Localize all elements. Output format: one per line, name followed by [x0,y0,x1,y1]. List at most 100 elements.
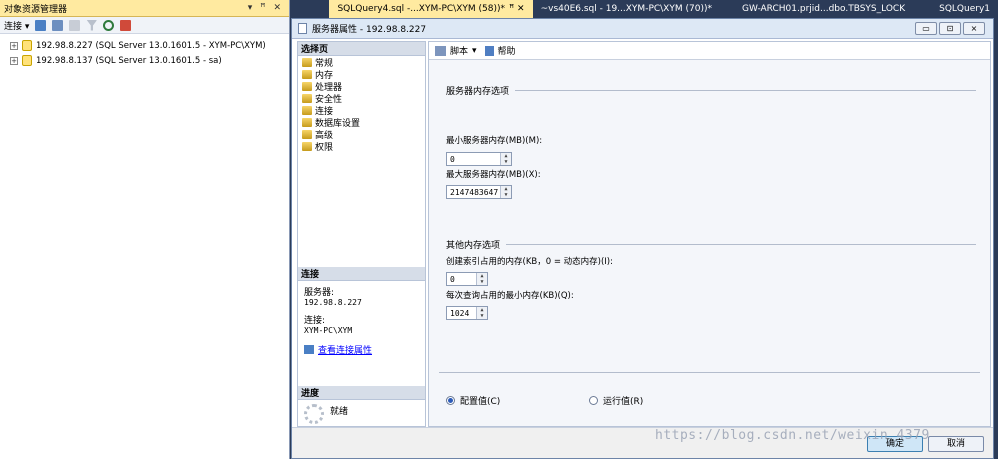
min-memory-label: 最小服务器内存(MB)(M): [446,136,543,146]
memory-page-pane: 脚本 ▾ 帮助 服务器内存选项 最小服务器内存(MB)(M): 0 ▲ ▼ 最大服务… [428,41,991,427]
page-processor[interactable]: 处理器 [298,80,425,93]
query-memory-label: 每次查询占用的最小内存(KB)(Q): [446,291,574,301]
page-general[interactable]: 常规 [298,56,425,69]
page-list: 常规 内存 处理器 安全性 连接 数据库设置 高级 权限 [298,56,425,153]
filter-icon[interactable] [86,19,98,31]
script-button[interactable]: 脚本 [450,44,468,57]
activity-monitor-icon[interactable] [120,19,132,31]
connection-header: 连接 [298,267,425,281]
help-icon [484,45,494,56]
dropdown-icon[interactable]: ▾ [248,3,253,13]
page-icon [302,141,312,151]
min-memory-value: 0 [450,154,455,164]
divider [439,372,980,373]
page-icon [302,69,312,79]
page-advanced[interactable]: 高级 [298,128,425,141]
page-memory[interactable]: 内存 [298,68,425,81]
page-label: 权限 [315,142,334,153]
tab-label: ~vs40E6.sql - 19...XYM-PC\XYM (70))* [540,4,712,14]
tab-label: GW-ARCH01.prjid...dbo.TBSYS_LOCK [741,4,906,14]
query-memory-stepper[interactable]: 1024 ▲ ▼ [446,306,488,320]
index-memory-stepper[interactable]: 0 ▲ ▼ [446,272,488,286]
maximize-button[interactable]: ⊡ [939,22,961,35]
script-dropdown-icon[interactable]: ▾ [472,46,477,56]
tab-label: SQLQuery1 [939,4,990,14]
server-properties-dialog: 服务器属性 - 192.98.8.227 ▭ ⊡ ⨯ 选择页 常规 内存 处理器… [291,18,994,459]
radio-configured-value[interactable]: 配置值(C) [446,394,500,407]
object-explorer-title: 对象资源管理器 [4,4,68,15]
radio-label: 运行值(R) [603,397,644,407]
max-memory-label: 最大服务器内存(MB)(X): [446,170,541,180]
min-memory-stepper[interactable]: 0 ▲ ▼ [446,152,512,166]
connection-label: 连接: [304,316,326,326]
dialog-title: 服务器属性 - 192.98.8.227 [312,25,427,35]
document-tabs: SQLQuery4.sql -...XYM-PC\XYM (58))* ꟸ ✕ … [290,0,998,18]
page-icon [302,93,312,103]
window-buttons: ▭ ⊡ ⨯ [915,22,985,35]
page-database-settings[interactable]: 数据库设置 [298,116,425,129]
help-button[interactable]: 帮助 [498,44,516,57]
progress-header: 进度 [298,386,425,400]
other-memory-group: 其他内存选项 [446,238,976,251]
stop-icon[interactable] [69,19,81,31]
pin-icon[interactable]: ꟸ [260,3,265,13]
tree-item-server[interactable]: + 192.98.8.137 (SQL Server 13.0.1601.5 -… [0,53,289,68]
page-icon [302,105,312,115]
stepper-arrows-icon[interactable]: ▲ ▼ [500,153,511,165]
progress-spinner-icon [304,404,324,424]
page-connections[interactable]: 连接 [298,104,425,117]
tab-close-icon[interactable]: ꟸ ✕ [509,4,525,14]
view-connection-properties-link[interactable]: 查看连接属性 [318,343,372,356]
dialog-titlebar: 服务器属性 - 192.98.8.227 ▭ ⊡ ⨯ [292,19,993,39]
connection-value: XYM-PC\XYM [304,326,353,335]
server-label: 192.98.8.137 (SQL Server 13.0.1601.5 - s… [36,55,222,66]
disconnect-icon[interactable] [52,19,64,31]
radio-unchecked-icon[interactable] [589,396,598,405]
tree-item-server[interactable]: + 192.98.8.227 (SQL Server 13.0.1601.5 -… [0,38,289,53]
cancel-button[interactable]: 取消 [928,436,984,452]
minimize-button[interactable]: ▭ [915,22,937,35]
select-page-pane: 选择页 常规 内存 处理器 安全性 连接 数据库设置 高级 权限 连接 服务器:… [297,41,426,427]
server-label: 192.98.8.227 (SQL Server 13.0.1601.5 - X… [36,40,266,51]
page-permissions[interactable]: 权限 [298,140,425,153]
index-memory-label: 创建索引占用的内存(KB，0 = 动态内存)(I): [446,257,613,267]
tab-tbsys-lock[interactable]: GW-ARCH01.prjid...dbo.TBSYS_LOCK [720,0,913,18]
connect-button[interactable]: 连接 ▾ [4,19,29,32]
close-button[interactable]: ⨯ [963,22,985,35]
object-explorer-panel: 对象资源管理器 ▾ ꟸ ✕ 连接 ▾ + 192.98.8.227 (SQL S… [0,0,290,459]
server-icon [22,55,32,66]
tab-sqlquery4[interactable]: SQLQuery4.sql -...XYM-PC\XYM (58))* ꟸ ✕ [329,0,533,18]
object-explorer-titlebar: 对象资源管理器 ▾ ꟸ ✕ [0,0,289,17]
panel-controls: ▾ ꟸ ✕ [248,3,285,13]
tab-sqlquery1[interactable]: SQLQuery1 [913,0,998,18]
expand-icon[interactable]: + [10,41,18,50]
stepper-arrows-icon[interactable]: ▲ ▼ [476,273,487,285]
stepper-arrows-icon[interactable]: ▲ ▼ [500,186,511,198]
server-label: 服务器: [304,288,335,298]
connect-icon[interactable] [35,19,47,31]
page-toolbar: 脚本 ▾ 帮助 [429,42,990,60]
radio-label: 配置值(C) [460,397,501,407]
watermark: https://blog.csdn.net/weixin_4379 [655,428,930,443]
other-group-title: 其他内存选项 [446,241,501,251]
memory-group-title: 服务器内存选项 [446,87,510,97]
server-icon [22,40,32,51]
tab-label: SQLQuery4.sql -...XYM-PC\XYM (58))* [337,4,505,14]
radio-checked-icon[interactable] [446,396,455,405]
max-memory-stepper[interactable]: 2147483647 ▲ ▼ [446,185,512,199]
radio-running-value[interactable]: 运行值(R) [589,394,643,407]
progress-status: 就绪 [330,407,349,417]
close-icon[interactable]: ✕ [273,3,281,13]
server-value: 192.98.8.227 [304,298,362,307]
view-connection-icon [304,345,314,354]
page-security[interactable]: 安全性 [298,92,425,105]
expand-icon[interactable]: + [10,56,18,65]
max-memory-value: 2147483647 [450,187,499,197]
dialog-icon [298,23,307,34]
stepper-arrows-icon[interactable]: ▲ ▼ [476,307,487,319]
memory-group: 服务器内存选项 [446,84,976,97]
page-icon [302,81,312,91]
tab-vs40e6[interactable]: ~vs40E6.sql - 19...XYM-PC\XYM (70))* [533,0,720,18]
refresh-icon[interactable] [103,19,115,31]
page-icon [302,129,312,139]
